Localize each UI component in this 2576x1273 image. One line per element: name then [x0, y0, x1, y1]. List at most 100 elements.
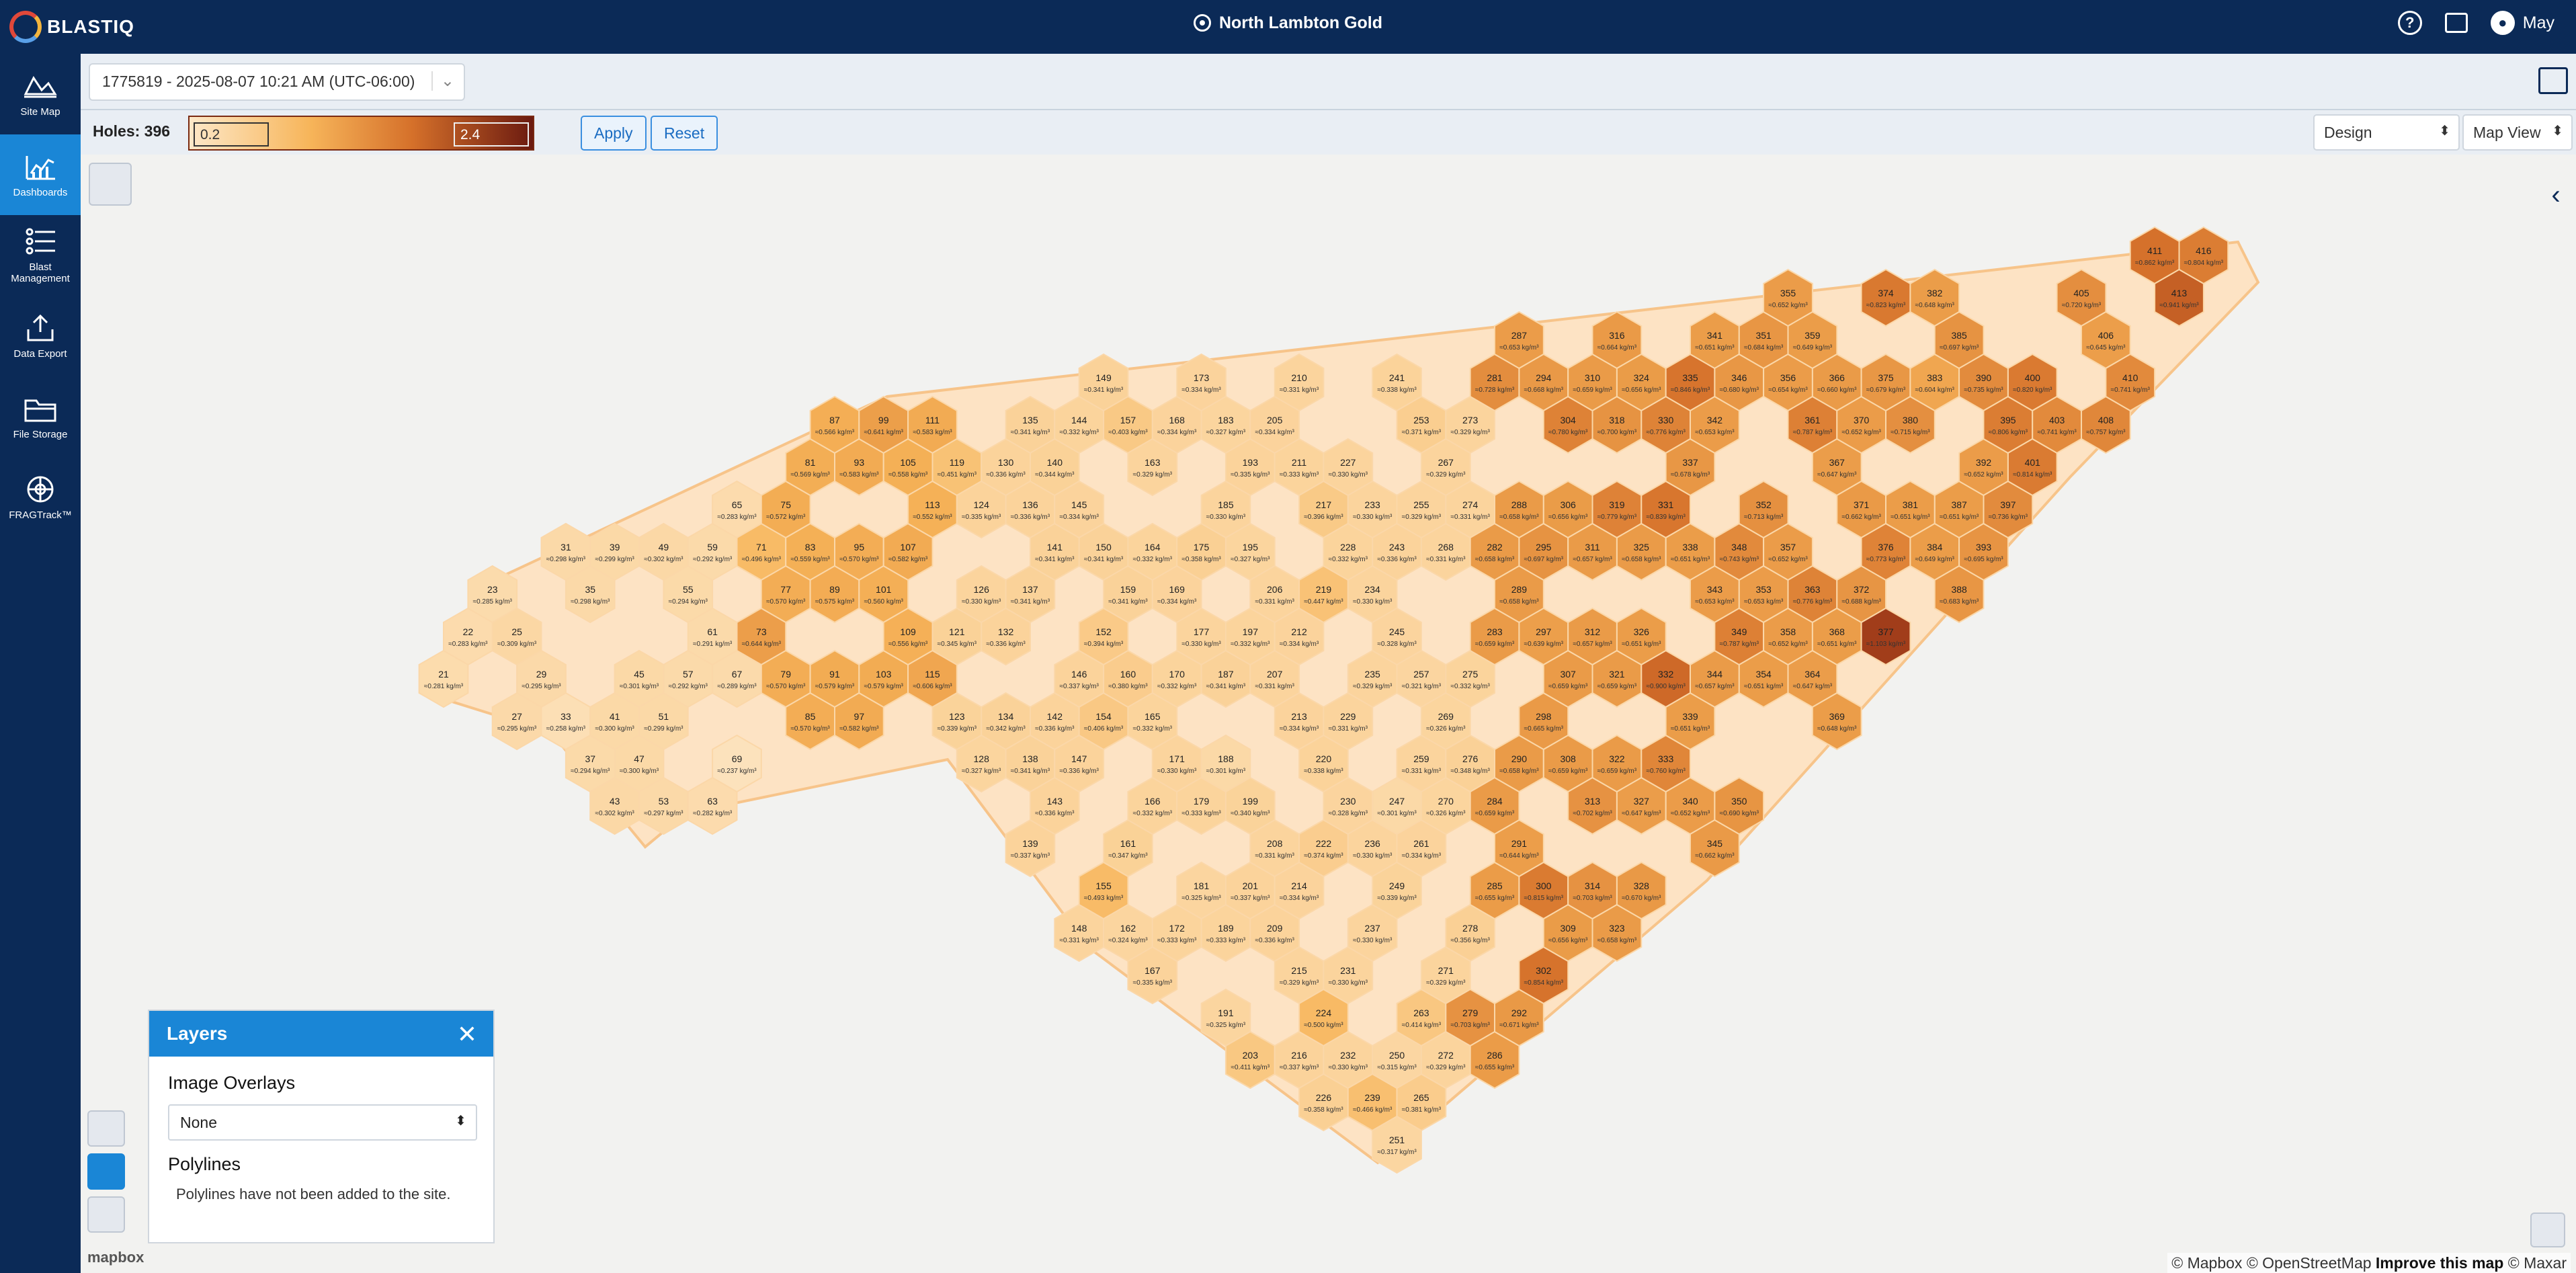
hole-id-label: 308 [1560, 753, 1576, 764]
hole-value-label: ≈0.338 kg/m³ [1304, 768, 1343, 775]
hole-id-label: 39 [610, 542, 620, 552]
user-menu[interactable]: ● May [2490, 11, 2554, 35]
hole-value-label: ≈0.331 kg/m³ [1060, 937, 1099, 944]
hole-id-label: 387 [1951, 499, 1967, 510]
hole-id-label: 359 [1804, 330, 1821, 341]
hole-id-label: 226 [1316, 1092, 1332, 1103]
hole-value-label: ≈0.341 kg/m³ [1011, 429, 1050, 436]
hole-id-label: 126 [974, 584, 990, 595]
hole-value-label: ≈0.297 kg/m³ [644, 810, 683, 817]
sidebar-item-dashboards[interactable]: Dashboards [0, 134, 81, 215]
hole-id-label: 215 [1291, 965, 1307, 976]
ladder-icon[interactable] [2530, 1213, 2565, 1247]
hole-value-label: ≈0.659 kg/m³ [1475, 641, 1515, 648]
hole-value-label: ≈0.326 kg/m³ [1426, 810, 1466, 817]
mapbox-logo[interactable]: mapbox [87, 1249, 144, 1266]
hole-id-label: 224 [1316, 1008, 1332, 1018]
hole-value-label: ≈0.325 kg/m³ [1181, 895, 1221, 902]
hole-value-label: ≈0.330 kg/m³ [962, 598, 1001, 606]
hole-id-label: 45 [634, 669, 645, 680]
hole-value-label: ≈0.862 kg/m³ [2135, 259, 2175, 267]
hole-id-label: 29 [536, 669, 547, 680]
hole-value-label: ≈0.258 kg/m³ [546, 725, 586, 733]
ramp-min-input[interactable]: 0.2 [194, 122, 269, 147]
hole-value-label: ≈0.659 kg/m³ [1548, 768, 1588, 775]
hole-id-label: 352 [1755, 499, 1772, 510]
hole-value-label: ≈0.648 kg/m³ [1817, 725, 1857, 733]
hole-value-label: ≈0.301 kg/m³ [1206, 768, 1246, 775]
sidebar-item-site-map[interactable]: Site Map [0, 54, 81, 134]
hole-id-label: 147 [1071, 753, 1087, 764]
hole-value-label: ≈0.332 kg/m³ [1157, 683, 1197, 690]
hole-id-label: 283 [1487, 626, 1503, 637]
hole-value-label: ≈0.671 kg/m³ [1499, 1022, 1539, 1029]
improve-map-link[interactable]: Improve this map [2376, 1254, 2503, 1272]
hole-value-label: ≈0.337 kg/m³ [1060, 683, 1099, 690]
hole-value-label: ≈0.341 kg/m³ [1011, 598, 1050, 606]
map-side-tools [87, 1110, 128, 1239]
hole-value-label: ≈0.329 kg/m³ [1402, 514, 1442, 521]
hole-value-label: ≈0.341 kg/m³ [1084, 386, 1124, 394]
hole-id-label: 354 [1755, 669, 1772, 680]
hole-value-label: ≈0.336 kg/m³ [1377, 556, 1417, 563]
hole-id-label: 85 [805, 711, 816, 722]
eye-icon[interactable] [87, 1196, 125, 1233]
hole-id-label: 41 [610, 711, 620, 722]
close-icon[interactable]: ✕ [457, 1020, 477, 1049]
hole-value-label: ≈0.655 kg/m³ [1475, 1064, 1515, 1071]
hole-value-label: ≈0.331 kg/m³ [1329, 725, 1368, 733]
map-draw-tool-icon[interactable] [89, 163, 132, 206]
hole-id-label: 291 [1511, 838, 1528, 849]
hole-id-label: 213 [1291, 711, 1307, 722]
hole-id-label: 384 [1927, 542, 1943, 552]
image-overlay-select[interactable]: None ⬍ [168, 1104, 477, 1141]
sidebar-item-data-export[interactable]: Data Export [0, 296, 81, 376]
hole-id-label: 285 [1487, 880, 1503, 891]
blast-selector[interactable]: 1775819 - 2025-08-07 10:21 AM (UTC-06:00… [89, 63, 465, 101]
hole-id-label: 368 [1829, 626, 1845, 637]
hole-value-label: ≈0.329 kg/m³ [1451, 429, 1491, 436]
hole-id-label: 292 [1511, 1008, 1528, 1018]
hole-id-label: 357 [1780, 542, 1796, 552]
hole-id-label: 25 [511, 626, 522, 637]
hole-id-label: 113 [925, 499, 940, 510]
reset-button[interactable]: Reset [651, 116, 718, 151]
hole-id-label: 330 [1658, 415, 1674, 425]
sidebar-item-fragtrack[interactable]: FRAGTrack™ [0, 457, 81, 538]
layers-icon[interactable] [87, 1153, 125, 1190]
hole-value-label: ≈0.326 kg/m³ [1426, 725, 1466, 733]
hole-value-label: ≈0.411 kg/m³ [1231, 1064, 1270, 1071]
ruler-icon[interactable] [87, 1110, 125, 1147]
help-icon[interactable]: ? [2397, 11, 2422, 35]
hole-id-label: 416 [2196, 245, 2212, 256]
sidebar-item-file-storage[interactable]: File Storage [0, 376, 81, 457]
hole-value-label: ≈0.329 kg/m³ [1426, 1064, 1466, 1071]
hole-value-label: ≈0.347 kg/m³ [1108, 852, 1148, 860]
hole-id-label: 406 [2098, 330, 2114, 341]
hole-id-label: 239 [1364, 1092, 1380, 1103]
site-title[interactable]: North Lambton Gold [0, 13, 2576, 33]
hole-id-label: 247 [1389, 796, 1405, 807]
apply-button[interactable]: Apply [581, 116, 647, 151]
ramp-max-input[interactable]: 2.4 [454, 122, 529, 147]
hole-value-label: ≈0.654 kg/m³ [1768, 386, 1808, 394]
sidebar-item-blast-management[interactable]: Blast Management [0, 215, 81, 296]
hole-value-label: ≈0.644 kg/m³ [742, 641, 782, 648]
hole-id-label: 105 [900, 457, 916, 468]
collapse-panel-icon[interactable]: ‹ [2536, 168, 2576, 229]
hole-value-label: ≈0.566 kg/m³ [815, 429, 855, 436]
book-icon[interactable] [2538, 67, 2568, 94]
hole-value-label: ≈0.720 kg/m³ [2062, 302, 2102, 309]
hole-id-label: 263 [1413, 1008, 1429, 1018]
view-select[interactable]: Map View ⬍ [2462, 114, 2573, 151]
hole-value-label: ≈0.327 kg/m³ [962, 768, 1001, 775]
hole-value-label: ≈0.336 kg/m³ [986, 471, 1026, 479]
hole-id-label: 364 [1804, 669, 1821, 680]
hole-id-label: 191 [1218, 1008, 1234, 1018]
hole-value-label: ≈0.653 kg/m³ [1744, 598, 1784, 606]
design-select[interactable]: Design ⬍ [2313, 114, 2460, 151]
hole-id-label: 231 [1340, 965, 1356, 976]
hole-id-label: 400 [2025, 372, 2041, 383]
notifications-icon[interactable] [2444, 13, 2468, 33]
hole-id-label: 410 [2122, 372, 2138, 383]
